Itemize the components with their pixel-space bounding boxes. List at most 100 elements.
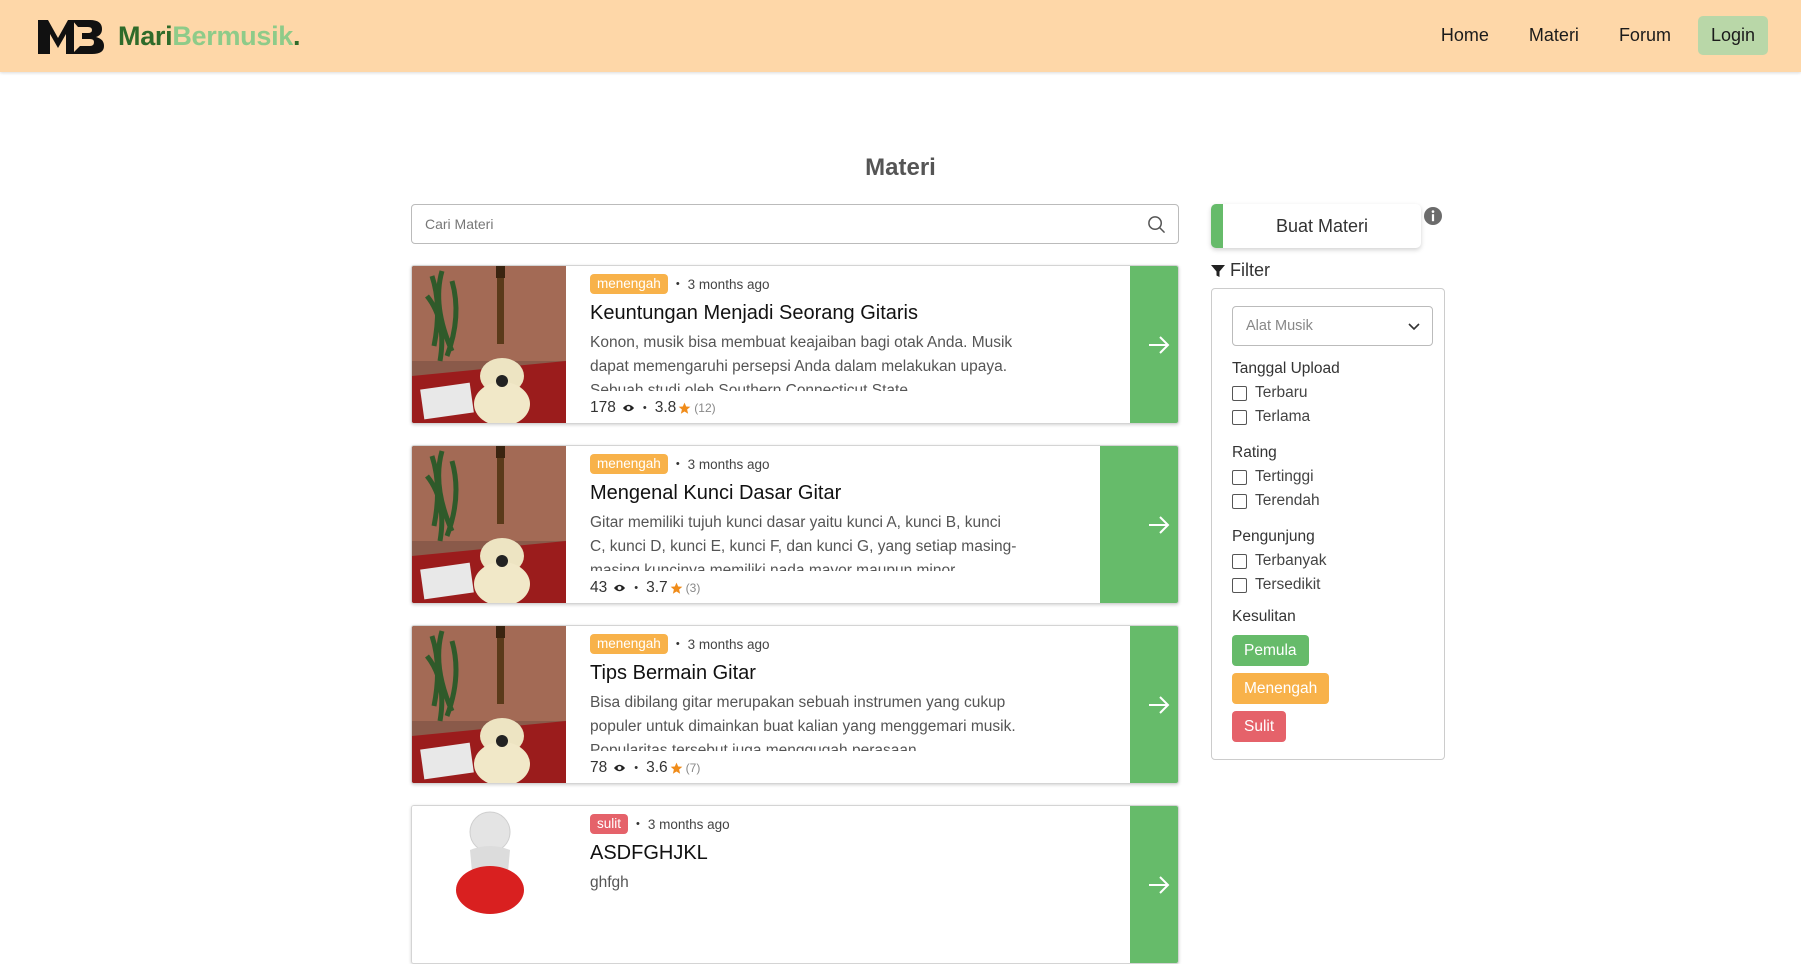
level-badge: menengah: [590, 454, 668, 474]
buat-materi-button[interactable]: Buat Materi: [1211, 204, 1421, 248]
rating-count: (3): [685, 581, 701, 595]
dot-separator: •: [634, 582, 639, 594]
card-description: Gitar memiliki tujuh kunci dasar yaitu k…: [590, 514, 1017, 571]
card-stats: 78 • 3.6 (7): [590, 759, 700, 777]
level-badge: sulit: [590, 814, 629, 834]
view-count: 178: [590, 399, 616, 416]
terendah-checkbox[interactable]: Terendah: [1232, 492, 1320, 510]
eye-icon: [614, 584, 626, 592]
nav-materi-link[interactable]: Materi: [1516, 16, 1592, 55]
terendah-label: Terendah: [1255, 492, 1320, 509]
checkbox-box[interactable]: [1232, 577, 1247, 593]
search-icon[interactable]: [1147, 215, 1166, 234]
materi-card[interactable]: menengah • 3 months ago Keuntungan Menja…: [411, 265, 1179, 424]
checkbox-box[interactable]: [1232, 409, 1247, 425]
filter-label: Filter: [1230, 260, 1270, 280]
card-time: 3 months ago: [687, 276, 770, 292]
card-title[interactable]: Mengenal Kunci Dasar Gitar: [590, 480, 1020, 506]
star-icon: [678, 402, 691, 414]
guitar-thumbnail: [412, 266, 566, 423]
menengah-button[interactable]: Menengah: [1232, 673, 1330, 704]
info-icon[interactable]: [1423, 206, 1443, 226]
open-card-button[interactable]: [1100, 446, 1178, 603]
login-button[interactable]: Login: [1697, 16, 1768, 55]
eye-icon: [614, 764, 626, 772]
card-time: 3 months ago: [687, 636, 770, 652]
card-meta: menengah • 3 months ago: [590, 454, 1020, 474]
rating-value: 3.7: [646, 579, 668, 596]
search-input[interactable]: [412, 205, 1112, 243]
dot-separator: •: [675, 458, 680, 470]
arrow-right-icon: [1149, 515, 1170, 534]
tersedikit-label: Tersedikit: [1255, 576, 1321, 593]
pengunjung-label: Pengunjung: [1232, 528, 1315, 545]
nav-forum-link[interactable]: Forum: [1606, 16, 1684, 55]
tanggal-upload-label: Tanggal Upload: [1232, 360, 1340, 377]
open-card-button[interactable]: [1130, 266, 1178, 423]
checkbox-box[interactable]: [1232, 553, 1247, 569]
card-meta: menengah • 3 months ago: [590, 634, 1020, 654]
view-count: 43: [590, 579, 608, 596]
checkbox-box[interactable]: [1232, 493, 1247, 509]
brand-part-bermusik: Bermusik: [172, 20, 293, 51]
rating-label: Rating: [1232, 444, 1277, 461]
filter-panel: Alat Musik Tanggal Upload Terbaru Terlam…: [1211, 288, 1445, 760]
checkbox-box[interactable]: [1232, 385, 1247, 401]
page-title: Materi: [865, 154, 936, 181]
terbaru-label: Terbaru: [1255, 384, 1308, 401]
card-description: ghfgh: [590, 874, 629, 891]
terbaru-checkbox[interactable]: Terbaru: [1232, 384, 1308, 402]
rating-count: (12): [694, 401, 716, 415]
card-title[interactable]: Tips Bermain Gitar: [590, 660, 1020, 686]
rating-value: 3.8: [654, 399, 677, 416]
level-badge: menengah: [590, 274, 668, 294]
open-card-button[interactable]: [1130, 626, 1178, 783]
view-count: 78: [590, 759, 608, 776]
arrow-right-icon: [1149, 335, 1170, 354]
brand-name: MariBermusik.: [118, 21, 300, 52]
card-body: menengah • 3 months ago Tips Bermain Git…: [590, 634, 1020, 751]
materi-card[interactable]: menengah • 3 months ago Mengenal Kunci D…: [411, 445, 1179, 604]
arrow-right-icon: [1149, 695, 1170, 714]
pemula-button[interactable]: Pemula: [1232, 635, 1309, 666]
kesulitan-label: Kesulitan: [1232, 608, 1296, 625]
search-bar: [411, 204, 1179, 244]
eye-icon: [622, 404, 634, 412]
funnel-icon: [1211, 264, 1225, 277]
dot-separator: •: [642, 402, 647, 414]
brand-part-mari: Mari: [118, 20, 173, 51]
guitar-thumbnail: [412, 446, 566, 603]
card-meta: menengah • 3 months ago: [590, 274, 1020, 294]
tersedikit-checkbox[interactable]: Tersedikit: [1232, 576, 1320, 594]
navbar: MariBermusik. Home Materi Forum Login: [0, 0, 1801, 72]
star-icon: [670, 582, 683, 594]
materi-card[interactable]: menengah • 3 months ago Tips Bermain Git…: [411, 625, 1179, 784]
star-icon: [670, 762, 683, 774]
card-title[interactable]: Keuntungan Menjadi Seorang Gitaris: [590, 300, 1020, 326]
guitar-thumbnail: [412, 626, 566, 783]
terlama-label: Terlama: [1255, 408, 1311, 425]
brand-dot: .: [292, 20, 301, 51]
sulit-button[interactable]: Sulit: [1232, 711, 1287, 742]
terlama-checkbox[interactable]: Terlama: [1232, 408, 1310, 426]
terbanyak-checkbox[interactable]: Terbanyak: [1232, 552, 1327, 570]
tertinggi-checkbox[interactable]: Tertinggi: [1232, 468, 1314, 486]
card-time: 3 months ago: [647, 816, 730, 832]
alat-musik-select[interactable]: Alat Musik: [1232, 306, 1433, 346]
dot-separator: •: [636, 818, 640, 830]
chevron-down-icon: [1408, 323, 1420, 331]
brand[interactable]: MariBermusik.: [36, 14, 300, 58]
nav-home-link[interactable]: Home: [1428, 16, 1502, 55]
terbanyak-label: Terbanyak: [1255, 552, 1327, 569]
filter-heading: Filter: [1211, 260, 1270, 281]
checkbox-box[interactable]: [1232, 469, 1247, 485]
card-description: Konon, musik bisa membuat keajaiban bagi…: [590, 334, 1013, 391]
dot-separator: •: [675, 278, 680, 290]
rating-count: (7): [685, 761, 701, 775]
card-title[interactable]: ASDFGHJKL: [590, 840, 1020, 866]
alat-musik-value: Alat Musik: [1246, 318, 1313, 334]
card-time: 3 months ago: [687, 456, 770, 472]
card-body: sulit • 3 months ago ASDFGHJKL ghfgh: [590, 814, 1020, 931]
dot-separator: •: [634, 762, 639, 774]
rating-value: 3.6: [646, 759, 668, 776]
